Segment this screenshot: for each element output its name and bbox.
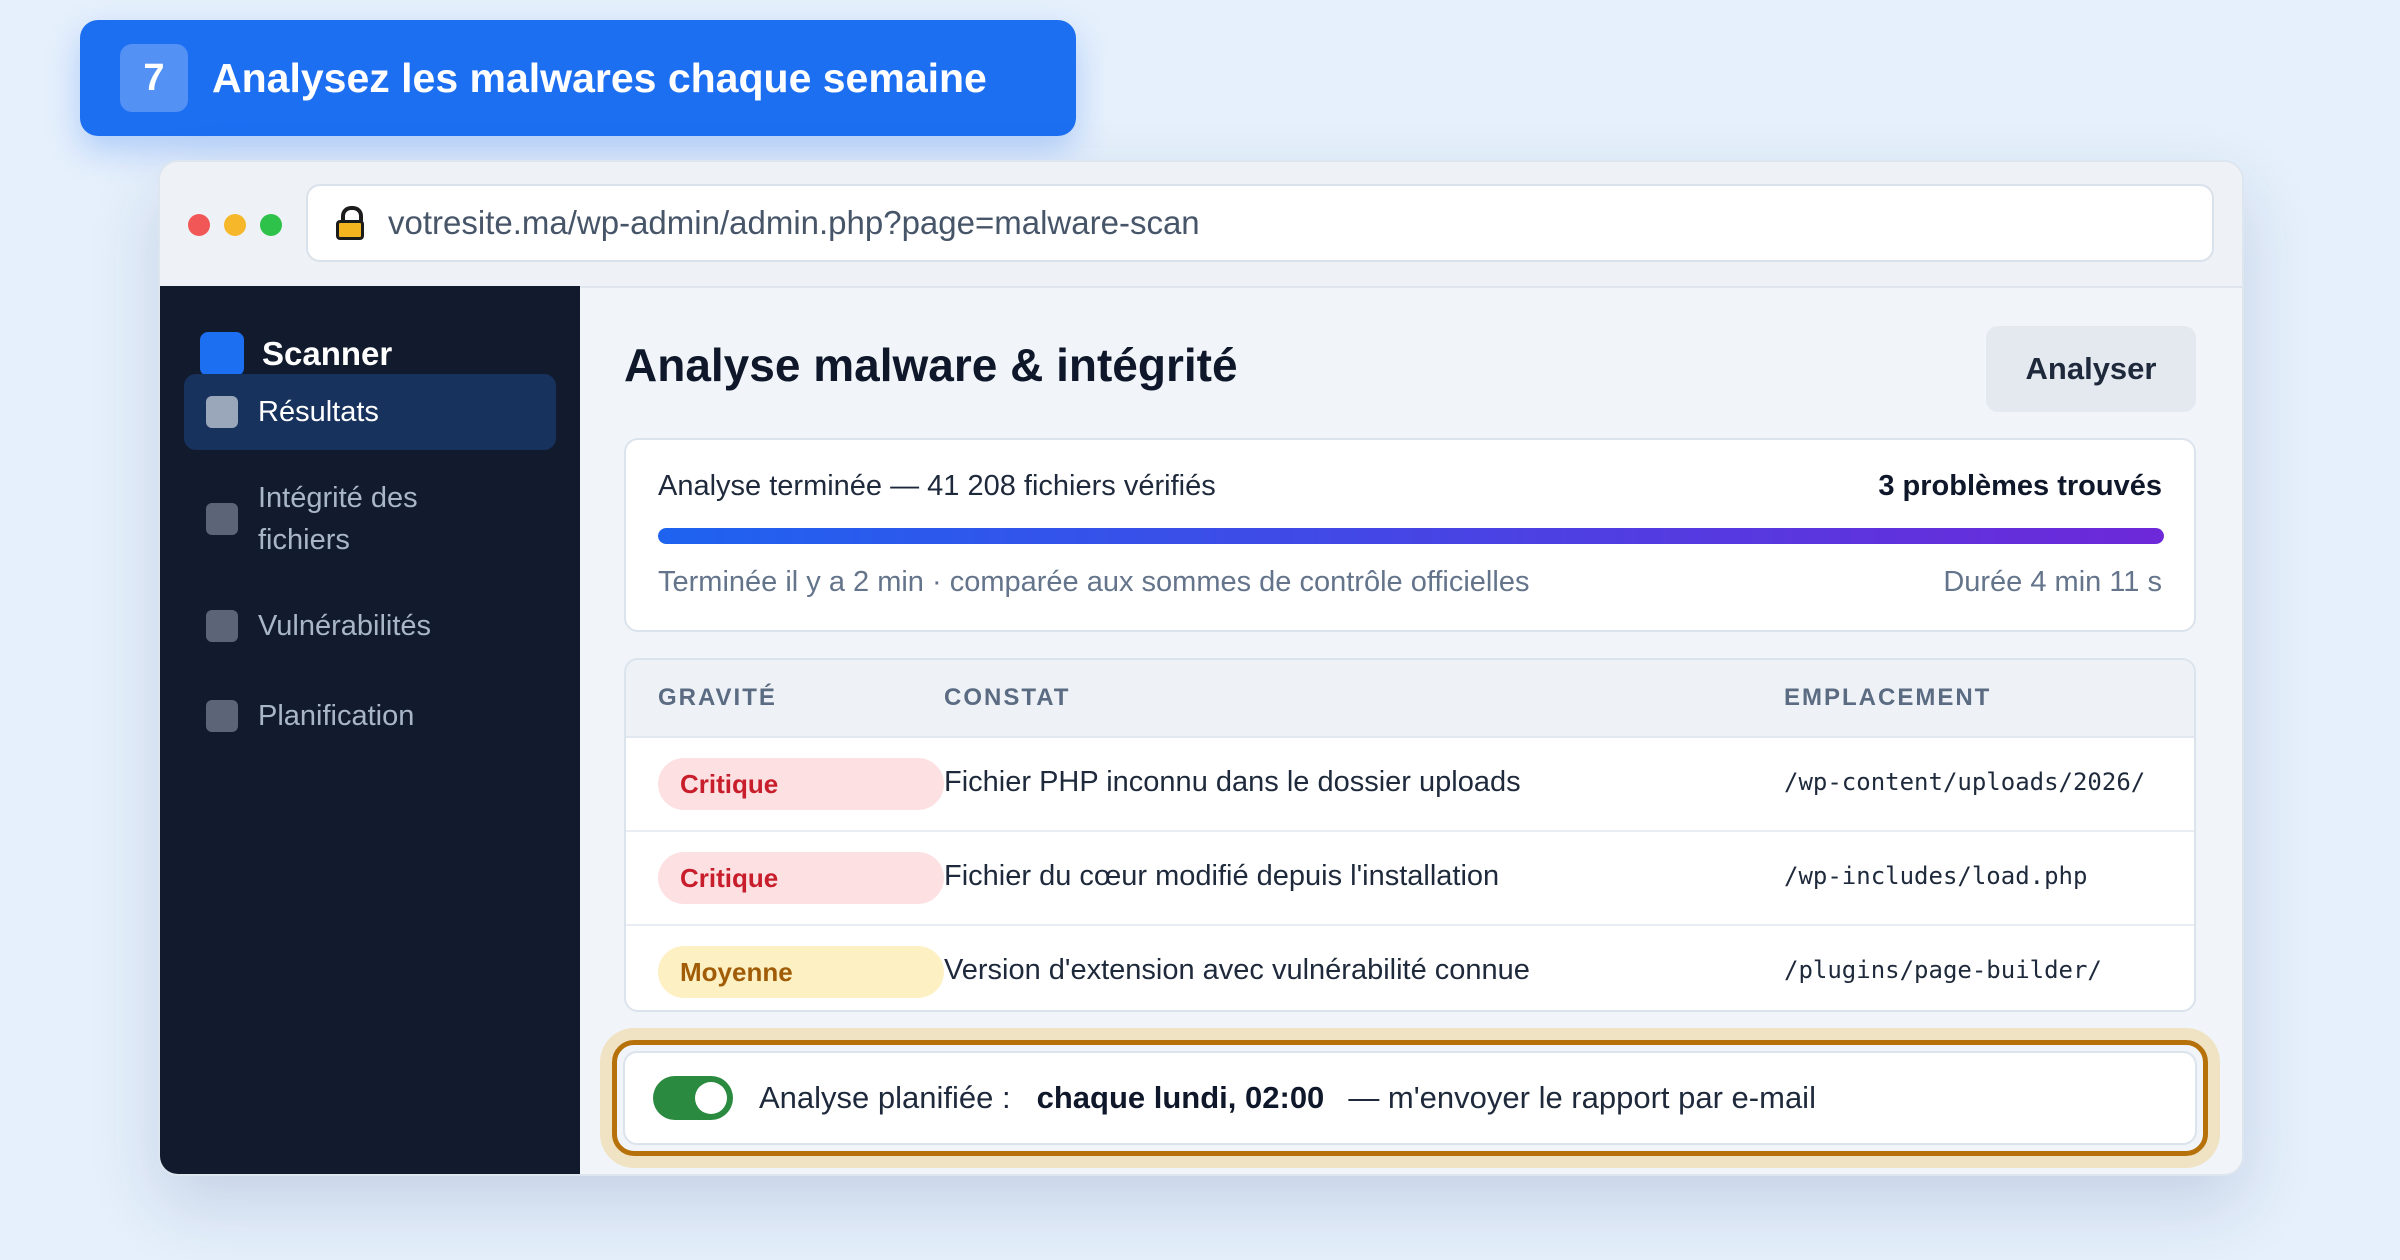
schedule-highlight: Analyse planifiée : chaque lundi, 02:00 … [612, 1040, 2208, 1156]
scanner-logo-icon [200, 332, 244, 376]
checkbox-icon [206, 700, 238, 732]
address-bar[interactable]: votresite.ma/wp-admin/admin.php?page=mal… [306, 184, 2214, 262]
checkbox-icon [206, 396, 238, 428]
severity-badge: Critique [658, 852, 944, 904]
column-header-finding: CONSTAT [944, 684, 1071, 711]
column-header-location: EMPLACEMENT [1784, 684, 1992, 711]
finding-text: Version d'extension avec vulnérabilité c… [944, 954, 1530, 986]
severity-badge: Critique [658, 758, 944, 810]
schedule-value: chaque lundi, 02:00 [1036, 1080, 1325, 1115]
location-path: /wp-includes/load.php [1784, 862, 2088, 890]
issues-count: 3 problèmes trouvés [1878, 470, 2162, 502]
sidebar-item-vulnerabilites[interactable]: Vulnérabilités [184, 588, 556, 664]
finding-text: Fichier du cœur modifié depuis l'install… [944, 860, 1500, 892]
step-title: Analysez les malwares chaque semaine [212, 54, 987, 101]
schedule-toggle[interactable] [653, 1076, 733, 1120]
sidebar-item-integrite[interactable]: Intégrité des fichiers [184, 466, 556, 572]
scan-progress-fill [658, 528, 2164, 544]
scan-meta-text: Terminée il y a 2 min · comparée aux som… [658, 566, 1530, 598]
sidebar-item-resultats[interactable]: Résultats [184, 374, 556, 450]
close-window-button[interactable] [188, 214, 210, 236]
finding-text: Fichier PHP inconnu dans le dossier uplo… [944, 766, 1521, 798]
analyze-button[interactable]: Analyser [1986, 326, 2196, 412]
sidebar-item-label: Planification [258, 700, 415, 732]
table-row[interactable]: Moyenne Version d'extension avec vulnéra… [626, 926, 2194, 1010]
checkbox-icon [206, 503, 238, 535]
findings-table: GRAVITÉ CONSTAT EMPLACEMENT Critique Fic… [624, 658, 2196, 1012]
sidebar-item-label: Vulnérabilités [258, 610, 432, 642]
table-header: GRAVITÉ CONSTAT EMPLACEMENT [626, 660, 2194, 738]
scan-progress-bar [658, 528, 2164, 544]
browser-titlebar: votresite.ma/wp-admin/admin.php?page=mal… [160, 162, 2242, 288]
checkbox-icon [206, 610, 238, 642]
lock-icon [336, 206, 364, 240]
sidebar-item-planification[interactable]: Planification [184, 678, 556, 754]
scan-summary-card: Analyse terminée — 41 208 fichiers vérif… [624, 438, 2196, 632]
main-content: Analyse malware & intégrité Analyser Ana… [580, 286, 2242, 1174]
sidebar-brand: Scanner [200, 332, 392, 376]
maximize-window-button[interactable] [260, 214, 282, 236]
sidebar-item-label: Résultats [258, 396, 379, 428]
schedule-card: Analyse planifiée : chaque lundi, 02:00 … [623, 1051, 2197, 1145]
location-path: /wp-content/uploads/2026/ [1784, 768, 2146, 796]
url-text: votresite.ma/wp-admin/admin.php?page=mal… [388, 204, 1200, 241]
sidebar-brand-label: Scanner [262, 335, 393, 372]
scan-duration: Durée 4 min 11 s [1943, 566, 2162, 598]
minimize-window-button[interactable] [224, 214, 246, 236]
severity-badge: Moyenne [658, 946, 944, 998]
toggle-knob [695, 1082, 727, 1114]
scan-status-text: Analyse terminée — 41 208 fichiers vérif… [658, 470, 1216, 502]
schedule-label: Analyse planifiée : [759, 1080, 1011, 1115]
sidebar: Scanner Résultats Intégrité des fichiers… [160, 286, 580, 1174]
table-row[interactable]: Critique Fichier PHP inconnu dans le dos… [626, 738, 2194, 832]
column-header-severity: GRAVITÉ [658, 684, 777, 711]
sidebar-item-label: Intégrité des fichiers [258, 482, 418, 556]
location-path: /plugins/page-builder/ [1784, 956, 2102, 984]
step-number: 7 [120, 44, 188, 112]
page-title: Analyse malware & intégrité [624, 339, 1238, 391]
browser-window: votresite.ma/wp-admin/admin.php?page=mal… [158, 160, 2244, 1176]
step-banner: 7 Analysez les malwares chaque semaine [80, 20, 1076, 136]
table-row[interactable]: Critique Fichier du cœur modifié depuis … [626, 832, 2194, 926]
schedule-note: — m'envoyer le rapport par e-mail [1348, 1080, 1816, 1115]
